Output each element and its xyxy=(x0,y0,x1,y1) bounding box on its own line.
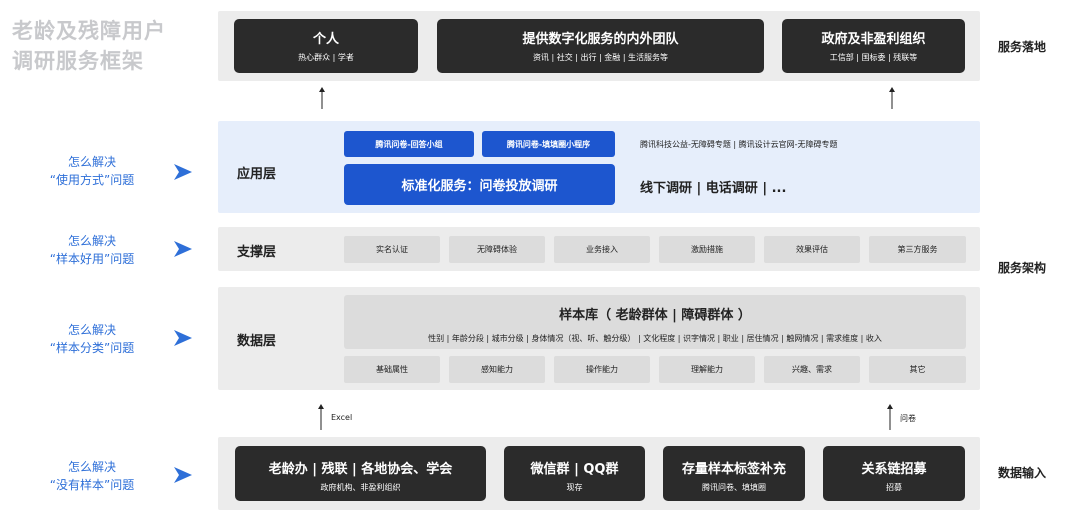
architecture-label: 服务架构 xyxy=(998,261,1047,275)
data-item: 理解能力 xyxy=(659,356,755,383)
input-box-chat-groups: 微信群 | QQ群 现存 xyxy=(504,446,645,501)
btn-standard-service[interactable]: 标准化服务：问卷投放调研 xyxy=(344,164,615,205)
question-line2: “使用方式”问题 xyxy=(49,173,135,187)
service-box-title: 个人 xyxy=(312,32,339,47)
app-offline-text: 线下调研 | 电话调研 | ... xyxy=(640,181,787,196)
data-item: 基础属性 xyxy=(344,356,440,383)
input-box-sub: 现存 xyxy=(566,483,583,492)
arrow-right-icon xyxy=(174,330,192,346)
support-item: 实名认证 xyxy=(344,236,440,263)
support-item: 无障碍体验 xyxy=(449,236,545,263)
arrow-right-icon xyxy=(174,164,192,180)
question-line1: 怎么解决 xyxy=(67,460,116,474)
service-box-sub: 工信部 | 国标委 | 残联等 xyxy=(829,53,918,62)
question-line2: “没有样本”问题 xyxy=(49,478,135,492)
input-question: 怎么解决 “没有样本”问题 xyxy=(32,458,152,494)
question-line2: “样本分类”问题 xyxy=(49,341,135,355)
page-title-line1: 老龄及残障用户 xyxy=(12,19,166,43)
arrow-label-survey: 问卷 xyxy=(900,414,916,423)
sample-library-title: 样本库（ 老龄群体 | 障碍群体 ） xyxy=(559,308,751,323)
service-box-teams: 提供数字化服务的内外团队 资讯 | 社交 | 出行 | 金融 | 生活服务等 xyxy=(437,19,764,73)
arrow-right-icon xyxy=(174,241,192,257)
sample-library: 样本库（ 老龄群体 | 障碍群体 ） 性别 | 年龄分段 | 城市分级 | 身体… xyxy=(344,295,966,349)
data-item: 其它 xyxy=(869,356,966,383)
data-item: 操作能力 xyxy=(554,356,650,383)
data-layer-label: 数据层 xyxy=(237,334,277,349)
input-box-sub: 政府机构、非盈利组织 xyxy=(320,483,401,492)
input-box-sample-tags: 存量样本标签补充 腾讯问卷、填填圈 xyxy=(663,446,805,501)
app-layer-label: 应用层 xyxy=(237,167,277,182)
input-box-institutions: 老龄办 | 残联 | 各地协会、学会 政府机构、非盈利组织 xyxy=(235,446,486,501)
sample-library-attributes: 性别 | 年龄分段 | 城市分级 | 身体情况（视、听、触分级） | 文化程度 … xyxy=(428,334,882,343)
input-box-title: 关系链招募 xyxy=(861,462,927,477)
arrow-label-excel: Excel xyxy=(331,413,353,422)
arrow-up-icon xyxy=(318,404,324,430)
btn-survey-miniprogram[interactable]: 腾讯问卷-填填圈小程序 xyxy=(482,131,615,157)
support-item: 激励措施 xyxy=(659,236,755,263)
arrow-up-icon xyxy=(319,87,325,109)
service-box-government: 政府及非盈利组织 工信部 | 国标委 | 残联等 xyxy=(782,19,965,73)
data-question: 怎么解决 “样本分类”问题 xyxy=(32,321,152,357)
input-box-sub: 腾讯问卷、填填圈 xyxy=(702,483,766,492)
arrow-up-icon xyxy=(889,87,895,109)
data-item: 兴趣、需求 xyxy=(764,356,860,383)
question-line1: 怎么解决 xyxy=(67,155,116,169)
data-item: 感知能力 xyxy=(449,356,545,383)
support-item: 第三方服务 xyxy=(869,236,966,263)
support-layer-label: 支撑层 xyxy=(237,245,277,260)
input-box-title: 微信群 | QQ群 xyxy=(530,462,619,477)
support-item: 业务接入 xyxy=(554,236,650,263)
service-box-sub: 资讯 | 社交 | 出行 | 金融 | 生活服务等 xyxy=(532,53,669,62)
question-line1: 怎么解决 xyxy=(67,323,116,337)
input-box-title: 存量样本标签补充 xyxy=(681,462,786,477)
arrow-up-icon xyxy=(887,404,893,430)
input-box-referral: 关系链招募 招募 xyxy=(823,446,965,501)
btn-survey-group[interactable]: 腾讯问卷-回答小组 xyxy=(344,131,474,157)
service-box-individual: 个人 热心群众 | 学者 xyxy=(234,19,418,73)
service-box-title: 提供数字化服务的内外团队 xyxy=(522,32,679,47)
arrow-right-icon xyxy=(174,467,192,483)
support-question: 怎么解决 “样本好用”问题 xyxy=(32,232,152,268)
question-line1: 怎么解决 xyxy=(67,234,116,248)
app-question: 怎么解决 “使用方式”问题 xyxy=(32,153,152,189)
support-item: 效果评估 xyxy=(764,236,860,263)
app-topic-links: 腾讯科技公益-无障碍专题 | 腾讯设计云官网-无障碍专题 xyxy=(640,140,838,149)
input-box-sub: 招募 xyxy=(886,483,902,492)
service-box-sub: 热心群众 | 学者 xyxy=(298,53,354,62)
service-layer-label: 服务落地 xyxy=(998,40,1047,54)
input-box-title: 老龄办 | 残联 | 各地协会、学会 xyxy=(268,462,453,477)
page-title-line2: 调研服务框架 xyxy=(12,49,144,73)
question-line2: “样本好用”问题 xyxy=(49,252,135,266)
page-title: 老龄及残障用户 调研服务框架 xyxy=(12,16,217,76)
service-box-title: 政府及非盈利组织 xyxy=(821,32,926,47)
input-layer-label: 数据输入 xyxy=(998,466,1047,480)
